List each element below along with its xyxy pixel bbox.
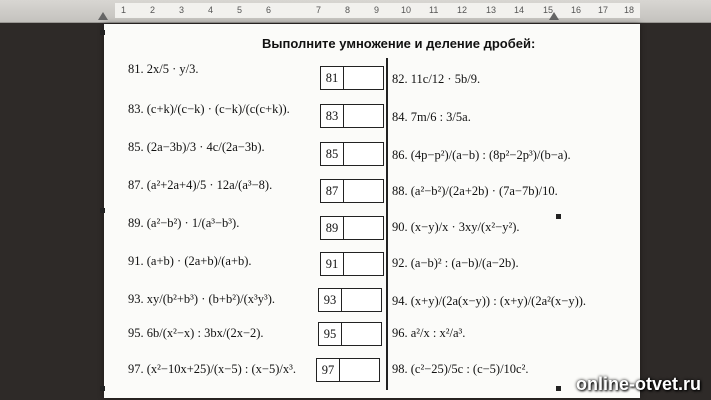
ruler-tick: 1 bbox=[121, 5, 127, 15]
problem-96: 96. a²/x : x²/a³. bbox=[392, 326, 466, 340]
problem-90: 90. (x−y)/x · 3xy/(x²−y²). bbox=[392, 220, 520, 234]
problem-86: 86. (4p−p²)/(a−b) : (8p²−2p³)/(b−a). bbox=[392, 148, 571, 162]
problem-95: 95. 6b/(x²−x) : 3bx/(2x−2). bbox=[128, 326, 264, 340]
ruler-tick: 7 bbox=[316, 5, 322, 15]
ruler-tick: 11 bbox=[429, 5, 439, 15]
problem-93: 93. xy/(b²+b³) · (b+b²)/(x³y³). bbox=[128, 292, 276, 306]
table-resize-handle[interactable] bbox=[556, 386, 561, 391]
ruler-tick: 16 bbox=[571, 5, 582, 15]
ruler-tick: 2 bbox=[150, 5, 156, 15]
ruler-tick: 12 bbox=[457, 5, 468, 15]
ruler-tick: 14 bbox=[514, 5, 525, 15]
answer-box-87[interactable]: 87 bbox=[320, 179, 384, 203]
ruler-tick: 5 bbox=[237, 5, 243, 15]
answer-box-83[interactable]: 83 bbox=[320, 104, 384, 128]
answer-box-97[interactable]: 97 bbox=[316, 358, 380, 382]
column-divider bbox=[386, 58, 388, 390]
right-indent-marker[interactable] bbox=[549, 12, 559, 20]
watermark-text: online-otvet.ru bbox=[576, 374, 701, 394]
problem-85: 85. (2a−3b)/3 · 4c/(2a−3b). bbox=[128, 140, 265, 154]
left-indent-marker[interactable] bbox=[98, 12, 108, 20]
ruler-tick: 3 bbox=[179, 5, 185, 15]
table-resize-handle[interactable] bbox=[100, 30, 105, 35]
problem-82: 82. 11c/12 · 5b/9. bbox=[392, 72, 481, 86]
ruler-tick: 10 bbox=[401, 5, 412, 15]
answer-box-85[interactable]: 85 bbox=[320, 142, 384, 166]
problem-83: 83. (c+k)/(c−k) · (c−k)/(c(c+k)). bbox=[128, 102, 290, 116]
problem-87: 87. (a²+2a+4)/5 · 12a/(a³−8). bbox=[128, 178, 273, 192]
problem-91: 91. (a+b) · (2a+b)/(a+b). bbox=[128, 254, 252, 268]
ruler-tick: 9 bbox=[374, 5, 380, 15]
problem-89: 89. (a²−b²) · 1/(a³−b³). bbox=[128, 216, 240, 230]
problem-94: 94. (x+y)/(2a(x−y)) : (x+y)/(2a²(x−y)). bbox=[392, 294, 587, 308]
ruler-tick: 6 bbox=[266, 5, 272, 15]
table-resize-handle[interactable] bbox=[556, 214, 561, 219]
answer-box-91[interactable]: 91 bbox=[320, 252, 384, 276]
problem-81: 81. 2x/5 · y/3. bbox=[128, 62, 199, 76]
table-resize-handle[interactable] bbox=[100, 386, 105, 391]
answer-box-95[interactable]: 95 bbox=[318, 322, 382, 346]
ruler-tick: 8 bbox=[345, 5, 351, 15]
problem-84: 84. 7m/6 : 3/5a. bbox=[392, 110, 471, 124]
worksheet-title: Выполните умножение и деление дробей: bbox=[262, 36, 536, 51]
problem-88: 88. (a²−b²)/(2a+2b) · (7a−7b)/10. bbox=[392, 184, 558, 198]
ruler-tick: 13 bbox=[486, 5, 497, 15]
answer-box-89[interactable]: 89 bbox=[320, 216, 384, 240]
horizontal-ruler[interactable]: 1 2 3 4 5 6 7 8 9 10 11 12 13 14 15 16 1… bbox=[0, 0, 711, 23]
ruler-tick: 4 bbox=[208, 5, 214, 15]
problem-92: 92. (a−b)² : (a−b)/(a−2b). bbox=[392, 256, 519, 270]
answer-box-81[interactable]: 81 bbox=[320, 66, 384, 90]
table-resize-handle[interactable] bbox=[100, 208, 105, 213]
problem-97: 97. (x²−10x+25)/(x−5) : (x−5)/x³. bbox=[128, 362, 296, 376]
ruler-tick: 18 bbox=[624, 5, 635, 15]
problem-98: 98. (c²−25)/5c : (c−5)/10c². bbox=[392, 362, 529, 376]
answer-box-93[interactable]: 93 bbox=[318, 288, 382, 312]
ruler-tick: 17 bbox=[598, 5, 609, 15]
